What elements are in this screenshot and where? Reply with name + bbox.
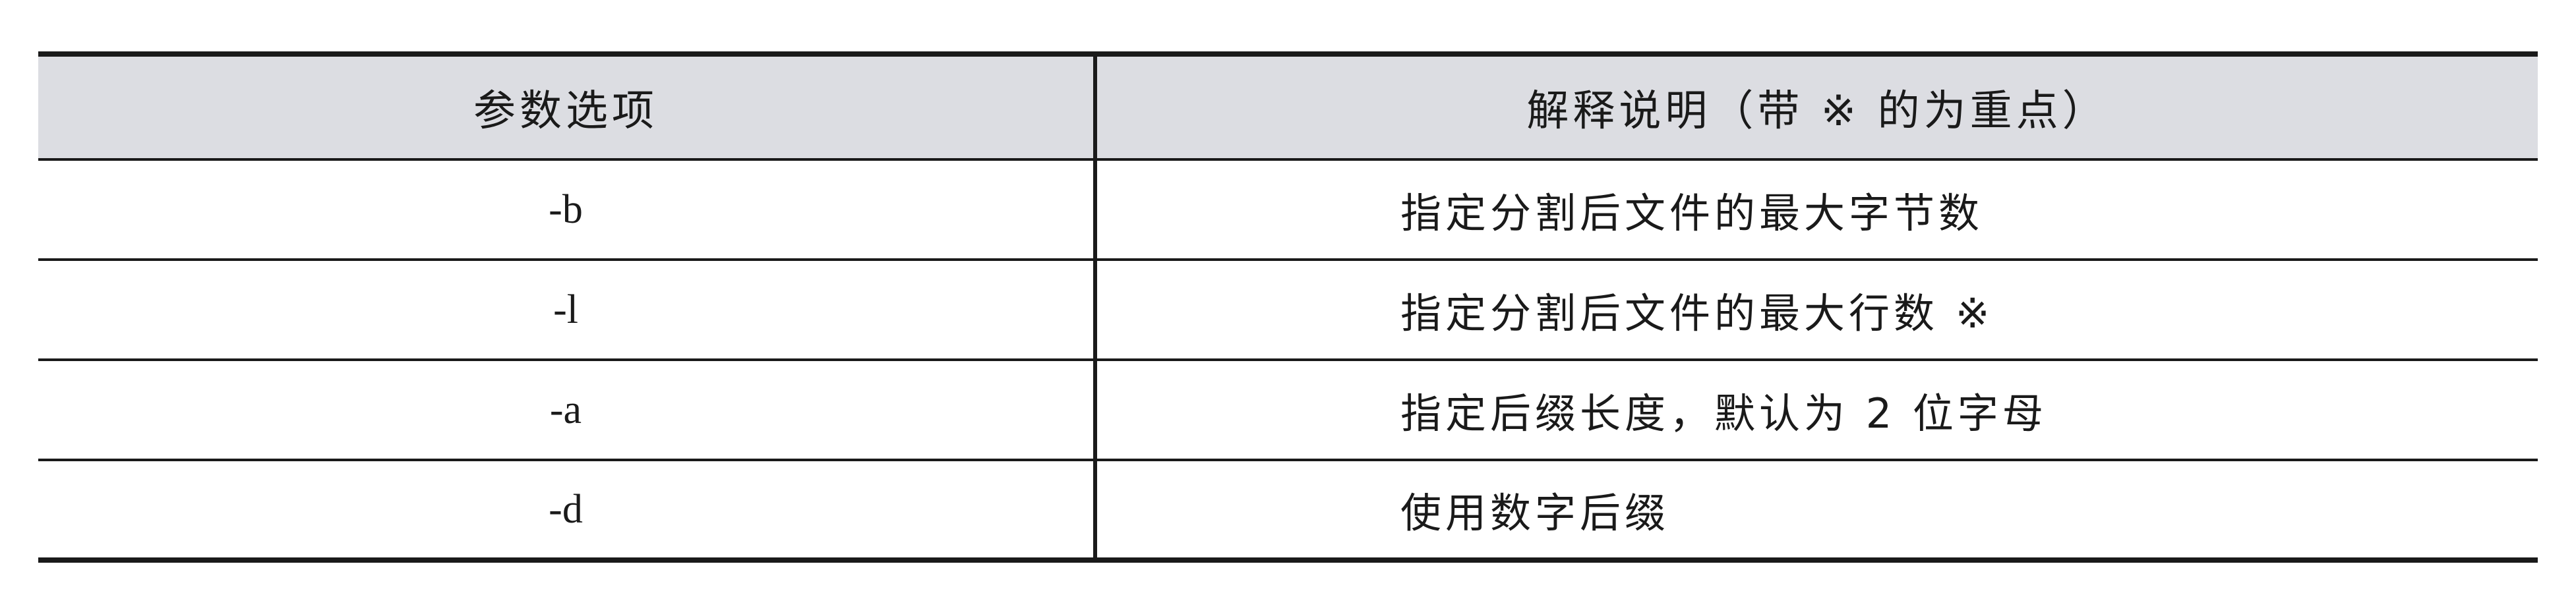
table-row: -l 指定分割后文件的最大行数 ※	[38, 260, 2538, 360]
table-header-row: 参数选项 解释说明（带 ※ 的为重点）	[38, 54, 2538, 159]
table-row: -a 指定后缀长度，默认为 2 位字母	[38, 360, 2538, 460]
description-cell: 使用数字后缀	[1400, 489, 1670, 537]
header-description: 解释说明（带 ※ 的为重点）	[1526, 87, 2109, 136]
options-table: 参数选项 解释说明（带 ※ 的为重点） -b 指定分割后文件的最大字节数 -l …	[38, 51, 2538, 563]
table-row: -b 指定分割后文件的最大字节数	[38, 159, 2538, 260]
header-option: 参数选项	[38, 54, 1097, 159]
option-cell: -b	[38, 159, 1097, 260]
description-cell: 指定分割后文件的最大字节数	[1400, 189, 1984, 237]
option-cell: -d	[38, 460, 1097, 560]
option-cell: -l	[38, 260, 1097, 360]
table-row: -d 使用数字后缀	[38, 460, 2538, 560]
options-table-container: 参数选项 解释说明（带 ※ 的为重点） -b 指定分割后文件的最大字节数 -l …	[38, 51, 2538, 563]
option-cell: -a	[38, 360, 1097, 460]
description-cell: 指定后缀长度，默认为 2 位字母	[1400, 389, 2047, 438]
description-cell: 指定分割后文件的最大行数 ※	[1400, 289, 1994, 337]
